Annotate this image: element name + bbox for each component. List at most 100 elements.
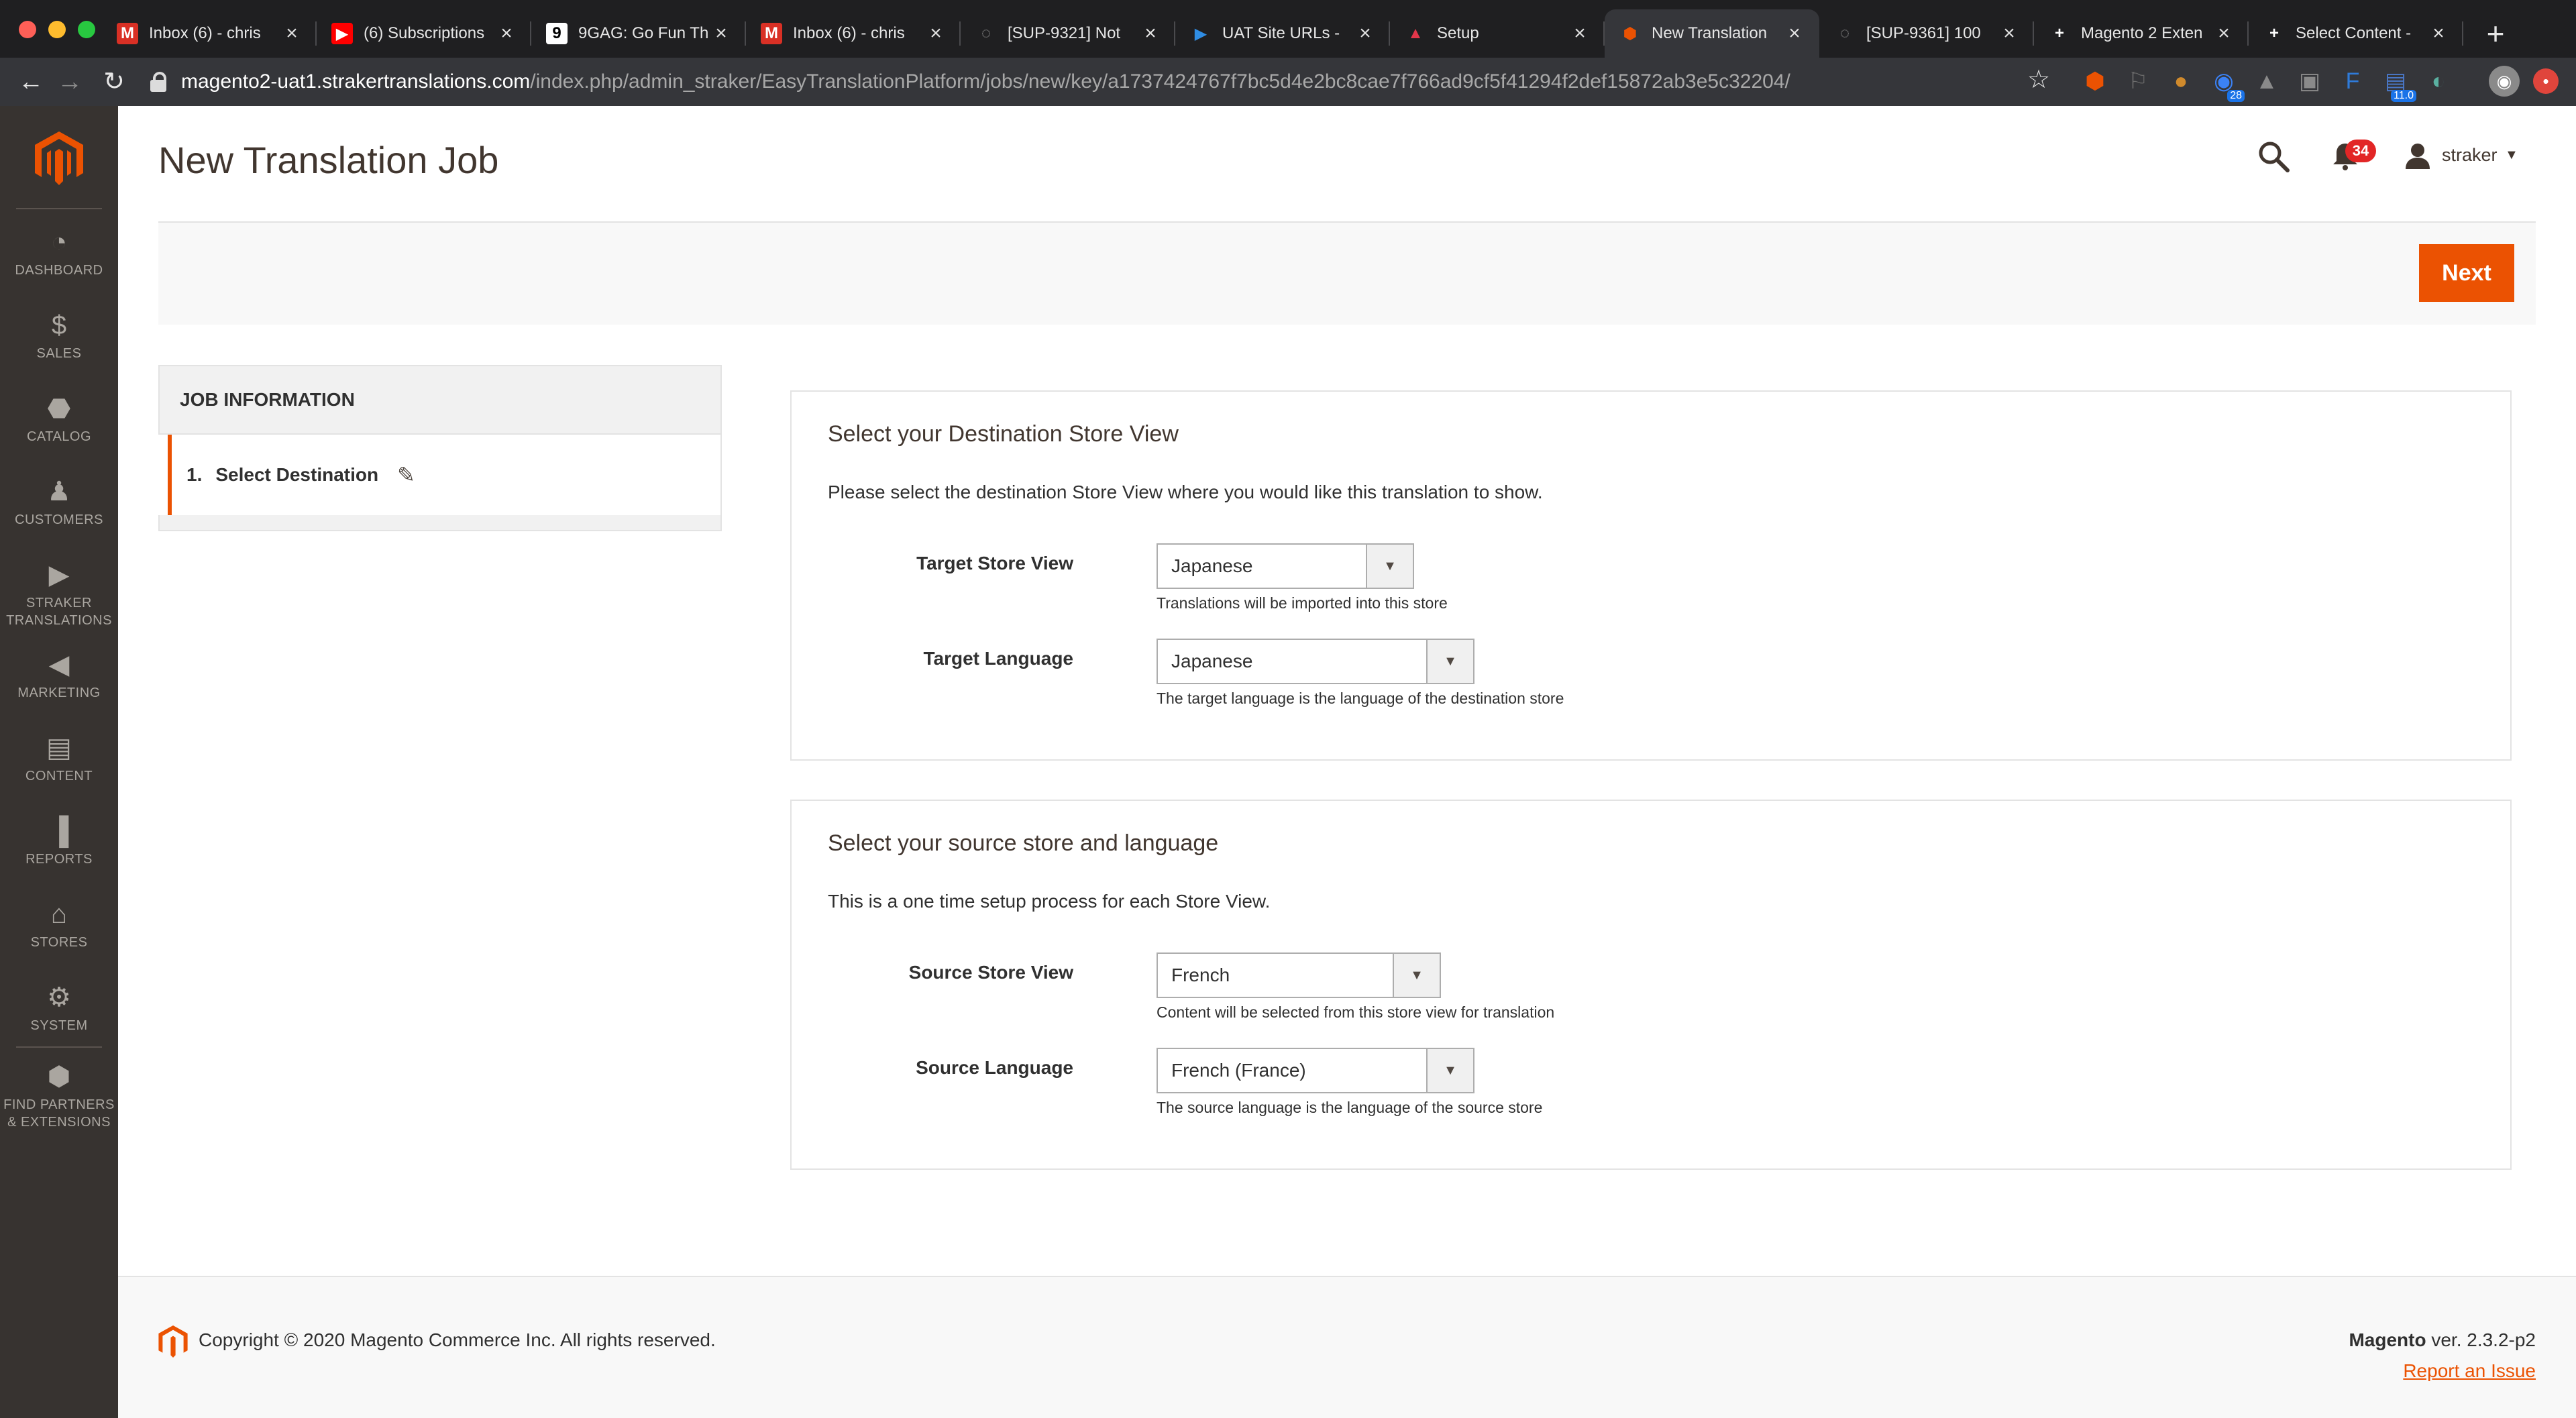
source-description: This is a one time setup process for eac…	[828, 891, 1271, 912]
cookie-ext-icon[interactable]: ●	[2165, 66, 2196, 97]
destination-fieldset: Select your Destination Store View Pleas…	[790, 390, 2512, 761]
user-dropdown-caret-icon[interactable]: ▼	[2505, 148, 2518, 163]
source-language-value: French (France)	[1171, 1060, 1306, 1081]
browser-tab[interactable]: + Magento 2 Exten ×	[2034, 9, 2249, 58]
camera-ext-icon[interactable]: ▣	[2294, 66, 2325, 97]
play-icon: ▶	[1194, 24, 1208, 43]
version-text: Magento ver. 2.3.2-p2	[2349, 1329, 2536, 1351]
magento-ext-icon[interactable]: ⬢	[2080, 66, 2110, 97]
sidebar-item-label: FIND PARTNERS & EXTENSIONS	[3, 1097, 115, 1130]
report-issue-link[interactable]: Report an Issue	[2403, 1360, 2536, 1382]
browser-tab[interactable]: M Inbox (6) - chris ×	[102, 9, 317, 58]
browser-tab[interactable]: ▲ Setup ×	[1390, 9, 1605, 58]
dashboard-icon: ◔	[50, 227, 68, 257]
browser-tab[interactable]: + Select Content - ×	[2249, 9, 2463, 58]
browser-toolbar: ← → ↻ magento2-uat1.strakertranslations.…	[0, 58, 2576, 106]
bookmark-star-icon[interactable]: ☆	[2027, 64, 2050, 95]
tab-close-icon[interactable]: ×	[496, 22, 517, 45]
back-button[interactable]: ←	[15, 66, 47, 98]
tab-close-icon[interactable]: ×	[1140, 22, 1161, 45]
sidebar-divider	[16, 208, 102, 209]
profile-avatar[interactable]: ◉	[2489, 66, 2520, 97]
f-ext-icon[interactable]: F	[2337, 66, 2368, 97]
tab-close-icon[interactable]: ×	[2214, 22, 2234, 45]
target-store-label: Target Store View	[916, 553, 1073, 574]
address-bar[interactable]: magento2-uat1.strakertranslations.com/in…	[150, 62, 2055, 102]
browser-tab[interactable]: ▶ UAT Site URLs - ×	[1175, 9, 1390, 58]
tab-close-icon[interactable]: ×	[711, 22, 731, 45]
minimize-window-button[interactable]	[48, 21, 66, 38]
sidebar-item-label: SALES	[36, 346, 82, 361]
browser-tab[interactable]: ⬢ New Translation ×	[1605, 9, 1819, 58]
sidebar-item-reports[interactable]: ▐ REPORTS	[0, 816, 118, 868]
job-nav-title: JOB INFORMATION	[158, 365, 722, 435]
tab-close-icon[interactable]: ×	[1999, 22, 2019, 45]
circle-ext-icon[interactable]: ◐	[2423, 66, 2454, 97]
notifications-count-badge[interactable]: 34	[2345, 140, 2376, 162]
admin-user-name[interactable]: straker	[2442, 145, 2498, 166]
sidebar-item-find-partners-extensions[interactable]: ⬢ FIND PARTNERS & EXTENSIONS	[0, 1061, 118, 1131]
globe-icon: ◌	[1839, 24, 1850, 42]
chrome-ext-icon[interactable]: ◉ 28	[2208, 66, 2245, 102]
maximize-window-button[interactable]	[78, 21, 95, 38]
sidebar-item-stores[interactable]: ⌂ STORES	[0, 899, 118, 951]
magento-logo-icon[interactable]	[35, 131, 83, 185]
close-window-button[interactable]	[19, 21, 36, 38]
target-language-value: Japanese	[1171, 651, 1253, 671]
sidebar-item-label: MARKETING	[17, 686, 101, 700]
tab-title: Select Content -	[2296, 24, 2412, 42]
target-store-select[interactable]: Japanese ▼	[1157, 543, 1414, 589]
target-language-label: Target Language	[923, 648, 1073, 669]
step-number: 1.	[186, 464, 203, 485]
target-language-select[interactable]: Japanese ▼	[1157, 639, 1474, 684]
sidebar-item-marketing[interactable]: ◀ MARKETING	[0, 649, 118, 702]
sidebar-item-label: CATALOG	[26, 429, 92, 444]
tab-close-icon[interactable]: ×	[926, 22, 946, 45]
forward-button[interactable]: →	[54, 66, 86, 98]
tab-title: New Translation	[1652, 24, 1768, 42]
content-icon: ▤	[46, 733, 72, 763]
job-nav-step-select-destination[interactable]: 1. Select Destination ✎	[168, 435, 722, 515]
source-store-select[interactable]: French ▼	[1157, 952, 1441, 998]
sidebar-item-customers[interactable]: ♟ CUSTOMERS	[0, 476, 118, 529]
job-information-nav: JOB INFORMATION 1. Select Destination ✎	[158, 365, 722, 531]
sidebar-item-dashboard[interactable]: ◔ DASHBOARD	[0, 227, 118, 279]
bus-ext-icon[interactable]: ▤ 11.0	[2380, 66, 2416, 102]
browser-menu-button[interactable]: •	[2533, 68, 2559, 94]
pencil-icon[interactable]: ✎	[397, 462, 415, 488]
browser-tab-bar: M Inbox (6) - chris × ▶ (6) Subscriptions × 9 9…	[0, 0, 2576, 58]
mountain-ext-icon[interactable]: ▲	[2251, 66, 2282, 97]
tab-close-icon[interactable]: ×	[1355, 22, 1375, 45]
admin-sidebar: ◔ DASHBOARD $ SALES ⬣ CATALOG ♟ CUSTOMERS ▶ STRAK…	[0, 106, 118, 1418]
source-language-select[interactable]: French (France) ▼	[1157, 1048, 1474, 1093]
sidebar-item-straker-translations[interactable]: ▶ STRAKER TRANSLATIONS	[0, 559, 118, 629]
lightbulb-ext-icon[interactable]: ⚐	[2123, 66, 2153, 97]
reload-button[interactable]: ↻	[98, 66, 130, 98]
browser-tab[interactable]: ◌ [SUP-9321] Not ×	[961, 9, 1175, 58]
browser-tab[interactable]: 9 9GAG: Go Fun Th ×	[531, 9, 746, 58]
sidebar-item-catalog[interactable]: ⬣ CATALOG	[0, 393, 118, 445]
tab-close-icon[interactable]: ×	[282, 22, 302, 45]
sidebar-item-sales[interactable]: $ SALES	[0, 310, 118, 362]
sidebar-item-content[interactable]: ▤ CONTENT	[0, 732, 118, 785]
tab-separator	[2462, 21, 2463, 46]
copyright-text: Copyright © 2020 Magento Commerce Inc. A…	[199, 1329, 716, 1350]
plus-icon: +	[2054, 24, 2064, 42]
tab-close-icon[interactable]: ×	[1570, 22, 1590, 45]
browser-tab[interactable]: ▶ (6) Subscriptions ×	[317, 9, 531, 58]
megaphone-icon: ◀	[48, 650, 70, 679]
destination-title: Select your Destination Store View	[828, 421, 1179, 447]
lock-icon	[150, 72, 166, 92]
next-button[interactable]: Next	[2419, 244, 2514, 302]
browser-tab[interactable]: M Inbox (6) - chris ×	[746, 9, 961, 58]
browser-tab[interactable]: ◌ [SUP-9361] 100 ×	[1819, 9, 2034, 58]
sidebar-item-system[interactable]: ⚙ SYSTEM	[0, 982, 118, 1034]
new-tab-button[interactable]: +	[2477, 15, 2514, 52]
tab-close-icon[interactable]: ×	[1784, 22, 1805, 45]
search-icon[interactable]	[2257, 140, 2290, 173]
tab-close-icon[interactable]: ×	[2428, 22, 2449, 45]
user-icon[interactable]	[2404, 142, 2431, 169]
tab-title: Inbox (6) - chris	[793, 24, 905, 42]
gear-icon: ⚙	[47, 983, 71, 1012]
globe-icon: ◌	[981, 24, 991, 42]
